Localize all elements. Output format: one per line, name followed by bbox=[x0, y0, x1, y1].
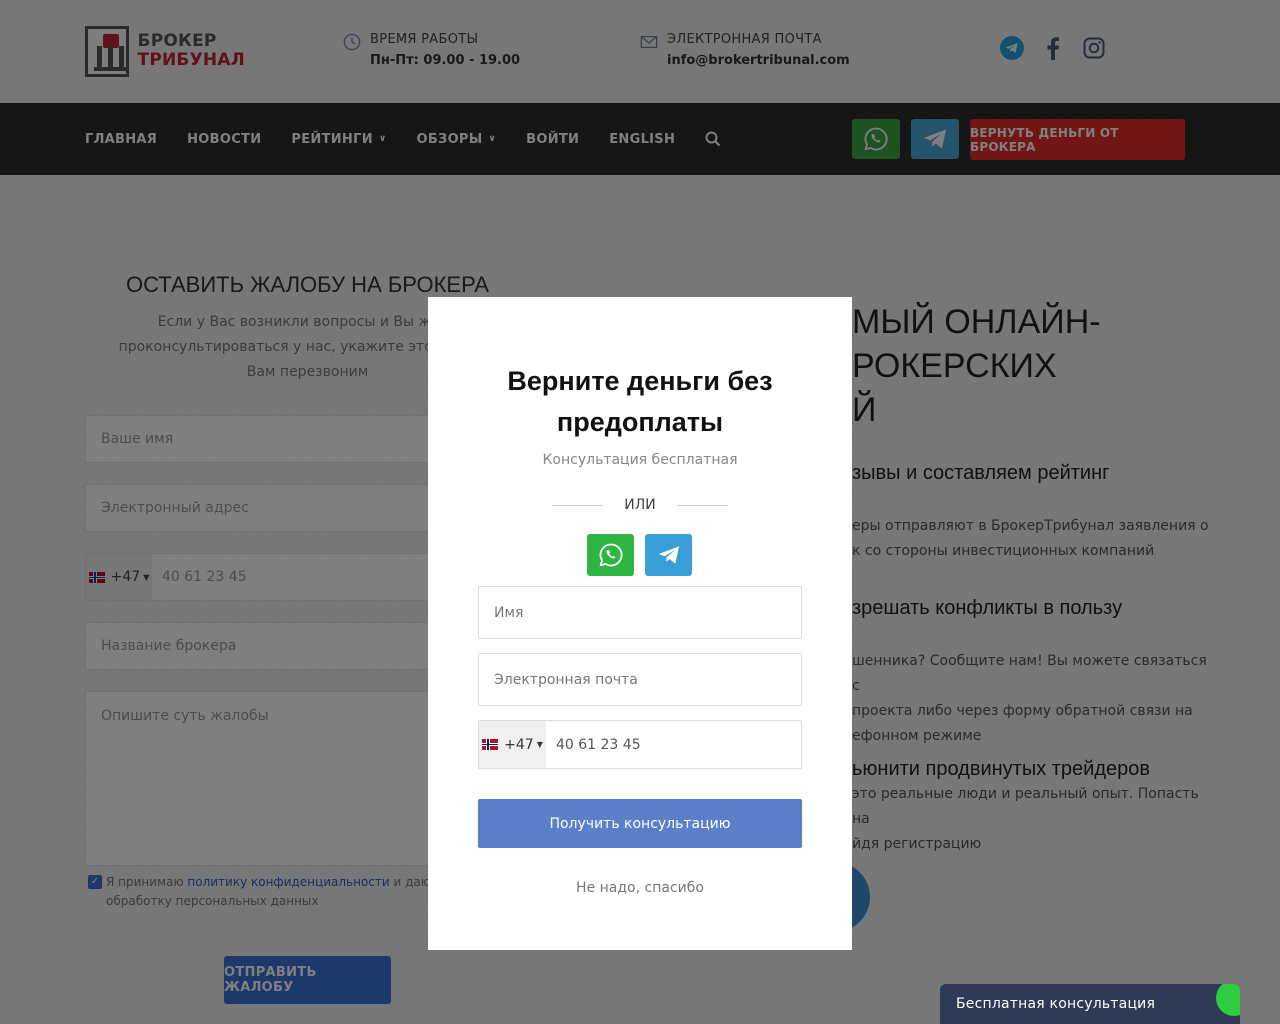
modal-email-input[interactable]: Электронная почта bbox=[478, 653, 802, 706]
divider-line bbox=[677, 504, 728, 506]
country-code-select[interactable]: +47 ▼ bbox=[479, 721, 546, 768]
norway-flag-icon bbox=[482, 739, 499, 750]
modal-title-line: предоплаты bbox=[556, 407, 724, 437]
caret-down-icon: ▼ bbox=[536, 740, 543, 749]
chat-widget[interactable]: Бесплатная консультация bbox=[940, 984, 1240, 1024]
or-divider: ИЛИ bbox=[552, 497, 728, 513]
divider-line bbox=[552, 504, 602, 506]
consultation-modal: Верните деньги без предоплаты Консультац… bbox=[428, 297, 852, 950]
whatsapp-icon bbox=[599, 543, 622, 567]
dismiss-link[interactable]: Не надо, спасибо bbox=[428, 880, 852, 896]
or-label: ИЛИ bbox=[624, 497, 656, 513]
modal-title: Верните деньги без предоплаты bbox=[428, 361, 852, 443]
get-consultation-button[interactable]: Получить консультацию bbox=[478, 799, 802, 848]
phone-placeholder: 40 61 23 45 bbox=[556, 736, 641, 753]
modal-title-line: Верните деньги без bbox=[507, 366, 773, 396]
country-code: +47 bbox=[504, 736, 534, 753]
modal-telegram-button[interactable] bbox=[645, 534, 692, 576]
modal-whatsapp-button[interactable] bbox=[587, 534, 634, 576]
modal-subtitle: Консультация бесплатная bbox=[542, 452, 738, 468]
modal-name-input[interactable]: Имя bbox=[478, 586, 802, 639]
telegram-plane-icon bbox=[658, 546, 679, 564]
chat-widget-label: Бесплатная консультация bbox=[956, 996, 1156, 1012]
online-status-icon bbox=[1216, 984, 1240, 1016]
modal-phone-input[interactable]: +47 ▼ 40 61 23 45 bbox=[478, 720, 802, 769]
